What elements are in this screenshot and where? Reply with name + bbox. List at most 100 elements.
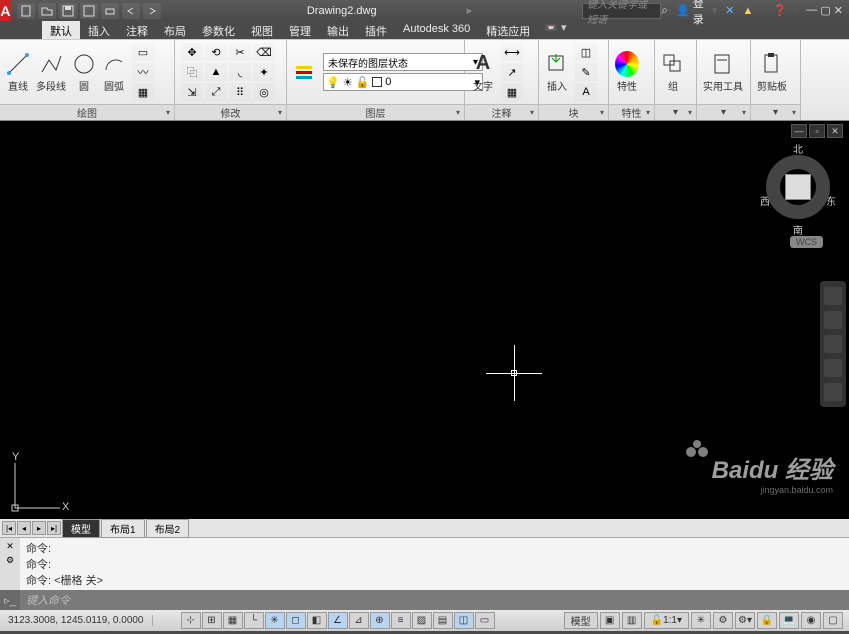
help-icon[interactable]: ❓ <box>773 4 787 17</box>
tab-view[interactable]: 视图 <box>243 21 281 39</box>
exchange-icon[interactable]: ✕ <box>725 4 734 17</box>
text-button[interactable]: A文字 <box>471 52 495 93</box>
annovis-icon[interactable]: ✳ <box>691 612 711 629</box>
panel-block-footer[interactable]: 块 <box>539 104 608 120</box>
command-input[interactable]: 键入命令 <box>20 592 849 608</box>
tab-annotate[interactable]: 注释 <box>118 21 156 39</box>
app-logo-icon[interactable]: A <box>0 0 11 21</box>
layer-state-select[interactable]: 未保存的图层状态▾ <box>323 53 483 71</box>
edit-block-icon[interactable]: ✎ <box>575 63 597 81</box>
saveas-icon[interactable] <box>80 3 98 19</box>
view-cube[interactable]: 北 西 东 南 <box>762 143 834 243</box>
util-button[interactable]: 实用工具 <box>703 52 743 93</box>
hatch-icon[interactable]: ▦ <box>132 83 154 101</box>
polyline-button[interactable]: 多段线 <box>36 52 66 93</box>
search-input[interactable]: 键入关键字或短语 <box>582 3 661 19</box>
cmd-prompt-icon[interactable]: ▹_ <box>0 590 20 610</box>
redo-icon[interactable] <box>143 3 161 19</box>
clean-icon[interactable]: ▢ <box>823 612 843 629</box>
am-icon[interactable]: ▭ <box>475 612 495 629</box>
doc-restore-icon[interactable]: ▫ <box>809 124 825 138</box>
panel-util-footer[interactable]: ▾ <box>697 104 750 120</box>
table-icon[interactable]: ▦ <box>501 83 523 101</box>
3dosnap-icon[interactable]: ◧ <box>307 612 327 629</box>
qview-icon[interactable]: ▣ <box>600 612 620 629</box>
steering-wheel-icon[interactable] <box>824 287 842 305</box>
lwt-icon[interactable]: ≡ <box>391 612 411 629</box>
tab-first-icon[interactable]: |◂ <box>2 521 16 535</box>
tab-manage[interactable]: 管理 <box>281 21 319 39</box>
erase-icon[interactable]: ⌫ <box>253 43 275 61</box>
annoscale-button[interactable]: 🔓 1:1▾ <box>644 612 689 629</box>
polar-icon[interactable]: ✳ <box>265 612 285 629</box>
clipboard-button[interactable]: 剪贴板 <box>757 52 787 93</box>
circle-button[interactable]: 圆 <box>72 52 96 93</box>
tab-featured[interactable]: 精选应用 <box>478 21 538 39</box>
array-icon[interactable]: ⠿ <box>229 83 251 101</box>
osnap-icon[interactable]: ◻ <box>286 612 306 629</box>
sc-icon[interactable]: ◫ <box>454 612 474 629</box>
tab-default[interactable]: 默认 <box>42 21 80 39</box>
panel-clip-footer[interactable]: ▾ <box>751 104 800 120</box>
trim-icon[interactable]: ✂ <box>229 43 251 61</box>
panel-draw-footer[interactable]: 绘图 <box>0 104 174 120</box>
tab-layout2[interactable]: 布局2 <box>146 519 190 538</box>
create-block-icon[interactable]: ◫ <box>575 43 597 61</box>
showmotion-icon[interactable] <box>824 383 842 401</box>
tab-last-icon[interactable]: ▸| <box>47 521 61 535</box>
toolbar-lock-icon[interactable]: 🔒 <box>757 612 777 629</box>
leader-icon[interactable]: ↗ <box>501 63 523 81</box>
move-icon[interactable]: ✥ <box>181 43 203 61</box>
ws-icon[interactable]: ⚙▾ <box>735 612 755 629</box>
zoom-icon[interactable] <box>824 335 842 353</box>
print-icon[interactable] <box>101 3 119 19</box>
tab-parametric[interactable]: 参数化 <box>194 21 243 39</box>
layer-props-button[interactable] <box>293 60 317 84</box>
scale-icon[interactable]: ⤢ <box>205 83 227 101</box>
doc-close-icon[interactable]: ✕ <box>827 124 843 138</box>
snap-icon[interactable]: ⊞ <box>202 612 222 629</box>
panel-group-footer[interactable]: ▾ <box>655 104 696 120</box>
infer-icon[interactable]: ⊹ <box>181 612 201 629</box>
minimize-icon[interactable]: — <box>806 4 817 17</box>
infocenter-icon[interactable]: ⌕ <box>661 3 668 18</box>
qview2-icon[interactable]: ▥ <box>622 612 642 629</box>
fillet-icon[interactable]: ◟ <box>229 63 251 81</box>
wcs-badge[interactable]: WCS <box>790 236 823 248</box>
spline-icon[interactable]: 〰 <box>132 63 154 81</box>
tab-a360[interactable]: Autodesk 360 <box>395 21 478 39</box>
arc-button[interactable]: 圆弧 <box>102 52 126 93</box>
insert-button[interactable]: 插入 <box>545 52 569 93</box>
close-icon[interactable]: ✕ <box>834 4 843 17</box>
panel-annotate-footer[interactable]: 注释 <box>465 104 538 120</box>
dimension-icon[interactable]: ⟷ <box>501 43 523 61</box>
explode-icon[interactable]: ✦ <box>253 63 275 81</box>
tab-layout[interactable]: 布局 <box>156 21 194 39</box>
grid-icon[interactable]: ▦ <box>223 612 243 629</box>
properties-button[interactable]: 特性 <box>615 52 639 93</box>
cmd-close-icon[interactable]: ✕ <box>6 541 14 552</box>
transp-icon[interactable]: ▨ <box>412 612 432 629</box>
stretch-icon[interactable]: ⇲ <box>181 83 203 101</box>
ducs-icon[interactable]: ⊿ <box>349 612 369 629</box>
coordinates[interactable]: 3123.3008, 1245.0119, 0.0000 <box>0 615 153 626</box>
tab-next-icon[interactable]: ▸ <box>32 521 46 535</box>
dyn-icon[interactable]: ⊕ <box>370 612 390 629</box>
panel-modify-footer[interactable]: 修改 <box>175 104 286 120</box>
restore-icon[interactable]: ▢ <box>820 4 830 17</box>
hardware-icon[interactable]: 💻 <box>779 612 799 629</box>
undo-icon[interactable] <box>122 3 140 19</box>
tab-model[interactable]: 模型 <box>62 519 100 538</box>
tab-output[interactable]: 输出 <box>319 21 357 39</box>
new-icon[interactable] <box>17 3 35 19</box>
group-button[interactable]: 组 <box>661 52 685 93</box>
cmd-config-icon[interactable]: ⚙ <box>6 555 14 566</box>
a360-icon[interactable]: ▲ <box>742 5 753 17</box>
tab-prev-icon[interactable]: ◂ <box>17 521 31 535</box>
otrack-icon[interactable]: ∠ <box>328 612 348 629</box>
pan-icon[interactable] <box>824 311 842 329</box>
isolate-icon[interactable]: ◉ <box>801 612 821 629</box>
annoauto-icon[interactable]: ⚙ <box>713 612 733 629</box>
viewcube-face[interactable] <box>785 174 811 200</box>
copy-icon[interactable]: ⿻ <box>181 63 203 81</box>
